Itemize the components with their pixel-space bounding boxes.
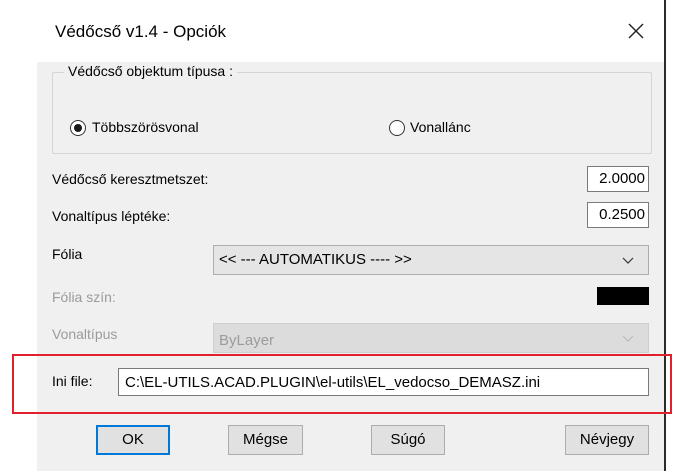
linetype-select	[213, 323, 649, 353]
close-icon	[628, 23, 644, 39]
foil-label: Fólia	[52, 246, 83, 262]
object-type-groupbox	[52, 72, 652, 154]
highlight-annotation	[12, 354, 672, 414]
ok-button[interactable]: OK	[96, 425, 170, 455]
radio-chain[interactable]	[389, 120, 405, 136]
chevron-down-icon	[622, 257, 634, 264]
window-title: Védőcső v1.4 - Opciók	[55, 22, 227, 41]
close-button[interactable]	[621, 16, 651, 46]
radio-polyline[interactable]	[70, 120, 86, 136]
linetype-scale-input[interactable]: 0.2500	[587, 202, 649, 228]
cancel-button[interactable]: Mégse	[228, 425, 303, 455]
cross-section-label: Védőcső keresztmetszet:	[52, 171, 209, 187]
foil-select-value: << --- AUTOMATIKUS ---- >>	[219, 251, 412, 268]
cross-section-input[interactable]: 2.0000	[587, 166, 649, 192]
radio-polyline-label[interactable]: Többszörösvonal	[92, 119, 199, 135]
about-button[interactable]: Névjegy	[565, 425, 649, 455]
object-type-group-title: Védőcső objektum típusa :	[64, 63, 237, 79]
foil-color-swatch[interactable]	[597, 287, 649, 305]
radio-chain-label[interactable]: Vonallánc	[410, 119, 471, 135]
linetype-select-value: ByLayer	[219, 332, 275, 349]
linetype-scale-label: Vonaltípus léptéke:	[52, 208, 171, 224]
radio-selected-dot	[74, 124, 82, 132]
foil-color-label: Fólia szín:	[52, 289, 116, 305]
linetype-label: Vonaltípus	[52, 326, 118, 342]
chevron-down-icon	[622, 335, 634, 342]
help-button[interactable]: Súgó	[371, 425, 445, 455]
